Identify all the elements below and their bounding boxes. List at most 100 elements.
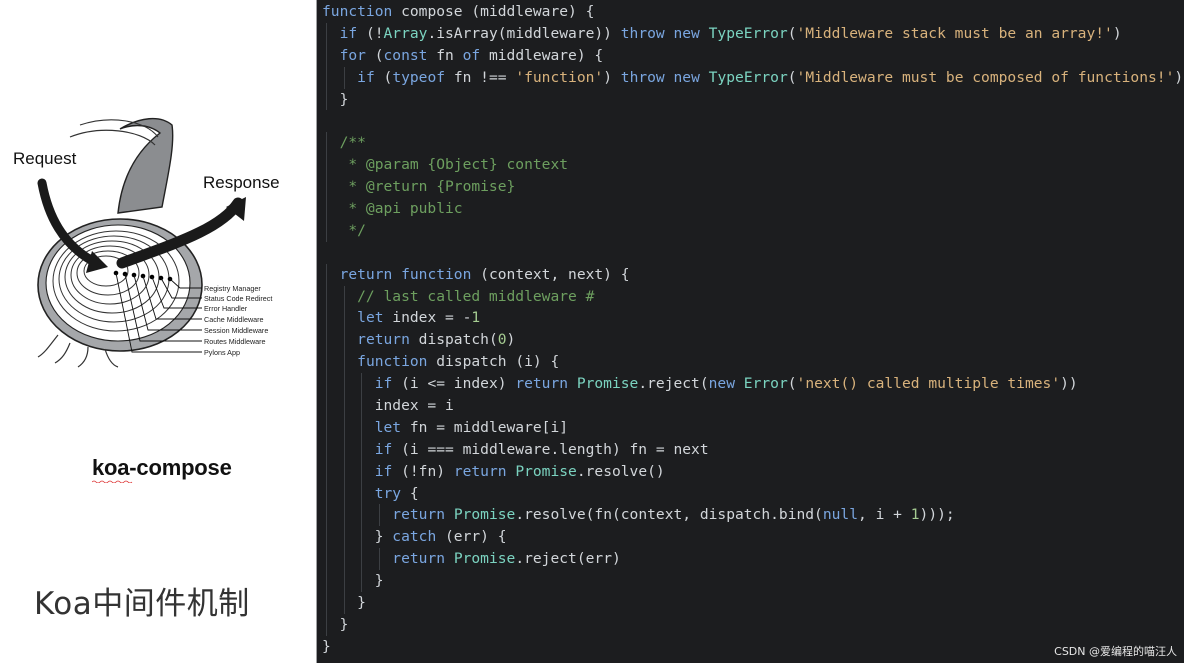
code-editor-panel: function compose (middleware) { if (!Arr… [316,0,1184,663]
indent-guide [361,526,363,549]
code-line: index = i [322,395,1183,417]
indent-guide [361,460,363,483]
code-block: function compose (middleware) { if (!Arr… [322,1,1183,658]
code-line: for (const fn of middleware) { [322,44,1183,67]
indent-guide [326,198,327,220]
indent-guide [326,613,327,636]
indent-guide [343,395,345,417]
indent-guide [326,526,327,549]
indent-guide [326,44,327,67]
indent-guide [343,460,345,483]
caption-koa-compose: koa-compose [92,455,232,483]
indent-guide [326,219,327,242]
code-line-text: } catch (err) { [322,528,507,546]
indent-guide [361,373,363,396]
code-line-text: function compose (middleware) { [322,3,595,20]
code-line: return function (context, next) { [322,263,1183,286]
onion-diagram: Request Response Registry Manager Status… [0,95,316,385]
indent-guide [326,460,327,483]
code-line: if (!Array.isArray(middleware)) throw ne… [322,22,1183,45]
code-line-text: // last called middleware # [322,287,595,305]
code-line: } [322,613,1183,636]
indent-guide [326,176,327,199]
indent-guide [326,132,327,155]
indent-guide [326,154,327,177]
indent-guide [326,482,327,505]
indent-guide [361,416,363,439]
indent-guide [343,592,345,614]
request-label: Request [13,149,77,168]
indent-guide [361,548,363,571]
code-line: function dispatch (i) { [322,351,1183,374]
indent-guide [326,329,327,352]
code-line-text: if (i === middleware.length) fn = next [374,440,709,458]
code-line: let fn = middleware[i] [322,416,1183,439]
indent-guide [326,504,327,527]
layer-label-error-handler: Error Handler [204,304,248,313]
indent-guide [343,416,345,439]
code-line-text: let index = -1 [357,309,481,327]
code-line-text: function dispatch (i) { [357,353,560,371]
code-line: if (typeof fn !== 'function') throw new … [322,66,1184,89]
code-line: if (i === middleware.length) fn = next [322,438,1183,461]
code-line: return Promise.resolve(fn(context, dispa… [322,504,1183,527]
indent-guide [343,66,345,89]
code-line: return dispatch(0) [322,329,1183,352]
code-line: * @api public [322,198,1183,220]
code-line: return Promise.reject(err) [322,548,1183,571]
code-line-text: if (i <= index) return Promise.reject(ne… [374,375,1078,393]
code-line-text: if (!fn) return Promise.resolve() [374,462,665,480]
code-line-text: return Promise.reject(err) [392,550,621,568]
code-line-text: */ [322,221,366,239]
code-line: } [322,592,1183,614]
layer-label-registry-manager: Registry Manager [204,284,261,293]
onion-illustration: Request Response Registry Manager Status… [13,118,280,368]
left-panel: Request Response Registry Manager Status… [0,0,316,663]
indent-guide [343,285,345,308]
response-label: Response [203,173,280,192]
code-line: try { [322,482,1183,505]
indent-guide [326,88,327,111]
indent-guide [361,438,363,461]
indent-guide [343,526,345,549]
code-line-text: let fn = middleware[i] [374,418,569,436]
indent-guide [343,307,345,330]
code-line [322,110,1183,132]
code-line: let index = -1 [322,307,1183,330]
indent-guide [326,373,327,396]
indent-guide [361,570,363,593]
indent-guide [343,482,345,505]
layer-label-status-code-redirect: Status Code Redirect [204,294,272,303]
indent-guide [343,329,345,352]
indent-guide [378,504,380,527]
indent-guide [326,22,327,45]
code-line: /** [322,132,1183,155]
code-line: } catch (err) { [322,526,1183,549]
indent-guide [343,570,345,593]
indent-guide [378,548,380,571]
code-line: function compose (middleware) { [322,1,1183,23]
spellcheck-underline [92,480,133,483]
indent-guide [326,438,327,461]
code-line: */ [322,219,1183,242]
indent-guide [361,482,363,505]
indent-guide [326,570,327,593]
indent-guide [326,351,327,374]
layer-label-routes-middleware: Routes Middleware [204,337,266,346]
code-line-text: if (!Array.isArray(middleware)) throw ne… [339,24,1122,42]
code-line: } [322,88,1183,111]
code-line-text: if (typeof fn !== 'function') throw new … [357,68,1184,86]
indent-guide [326,395,327,417]
layer-label-session-middleware: Session Middleware [204,326,268,335]
code-line-text: return Promise.resolve(fn(context, dispa… [392,506,955,524]
indent-guide [326,592,327,614]
indent-guide [326,66,327,89]
slide-title: Koa中间件机制 [34,586,250,622]
indent-guide [326,285,327,308]
indent-guide [343,548,345,571]
indent-guide [326,548,327,571]
watermark: CSDN @爱编程的喵汪人 [1054,645,1177,658]
layer-label-pylons-app: Pylons App [204,348,240,357]
